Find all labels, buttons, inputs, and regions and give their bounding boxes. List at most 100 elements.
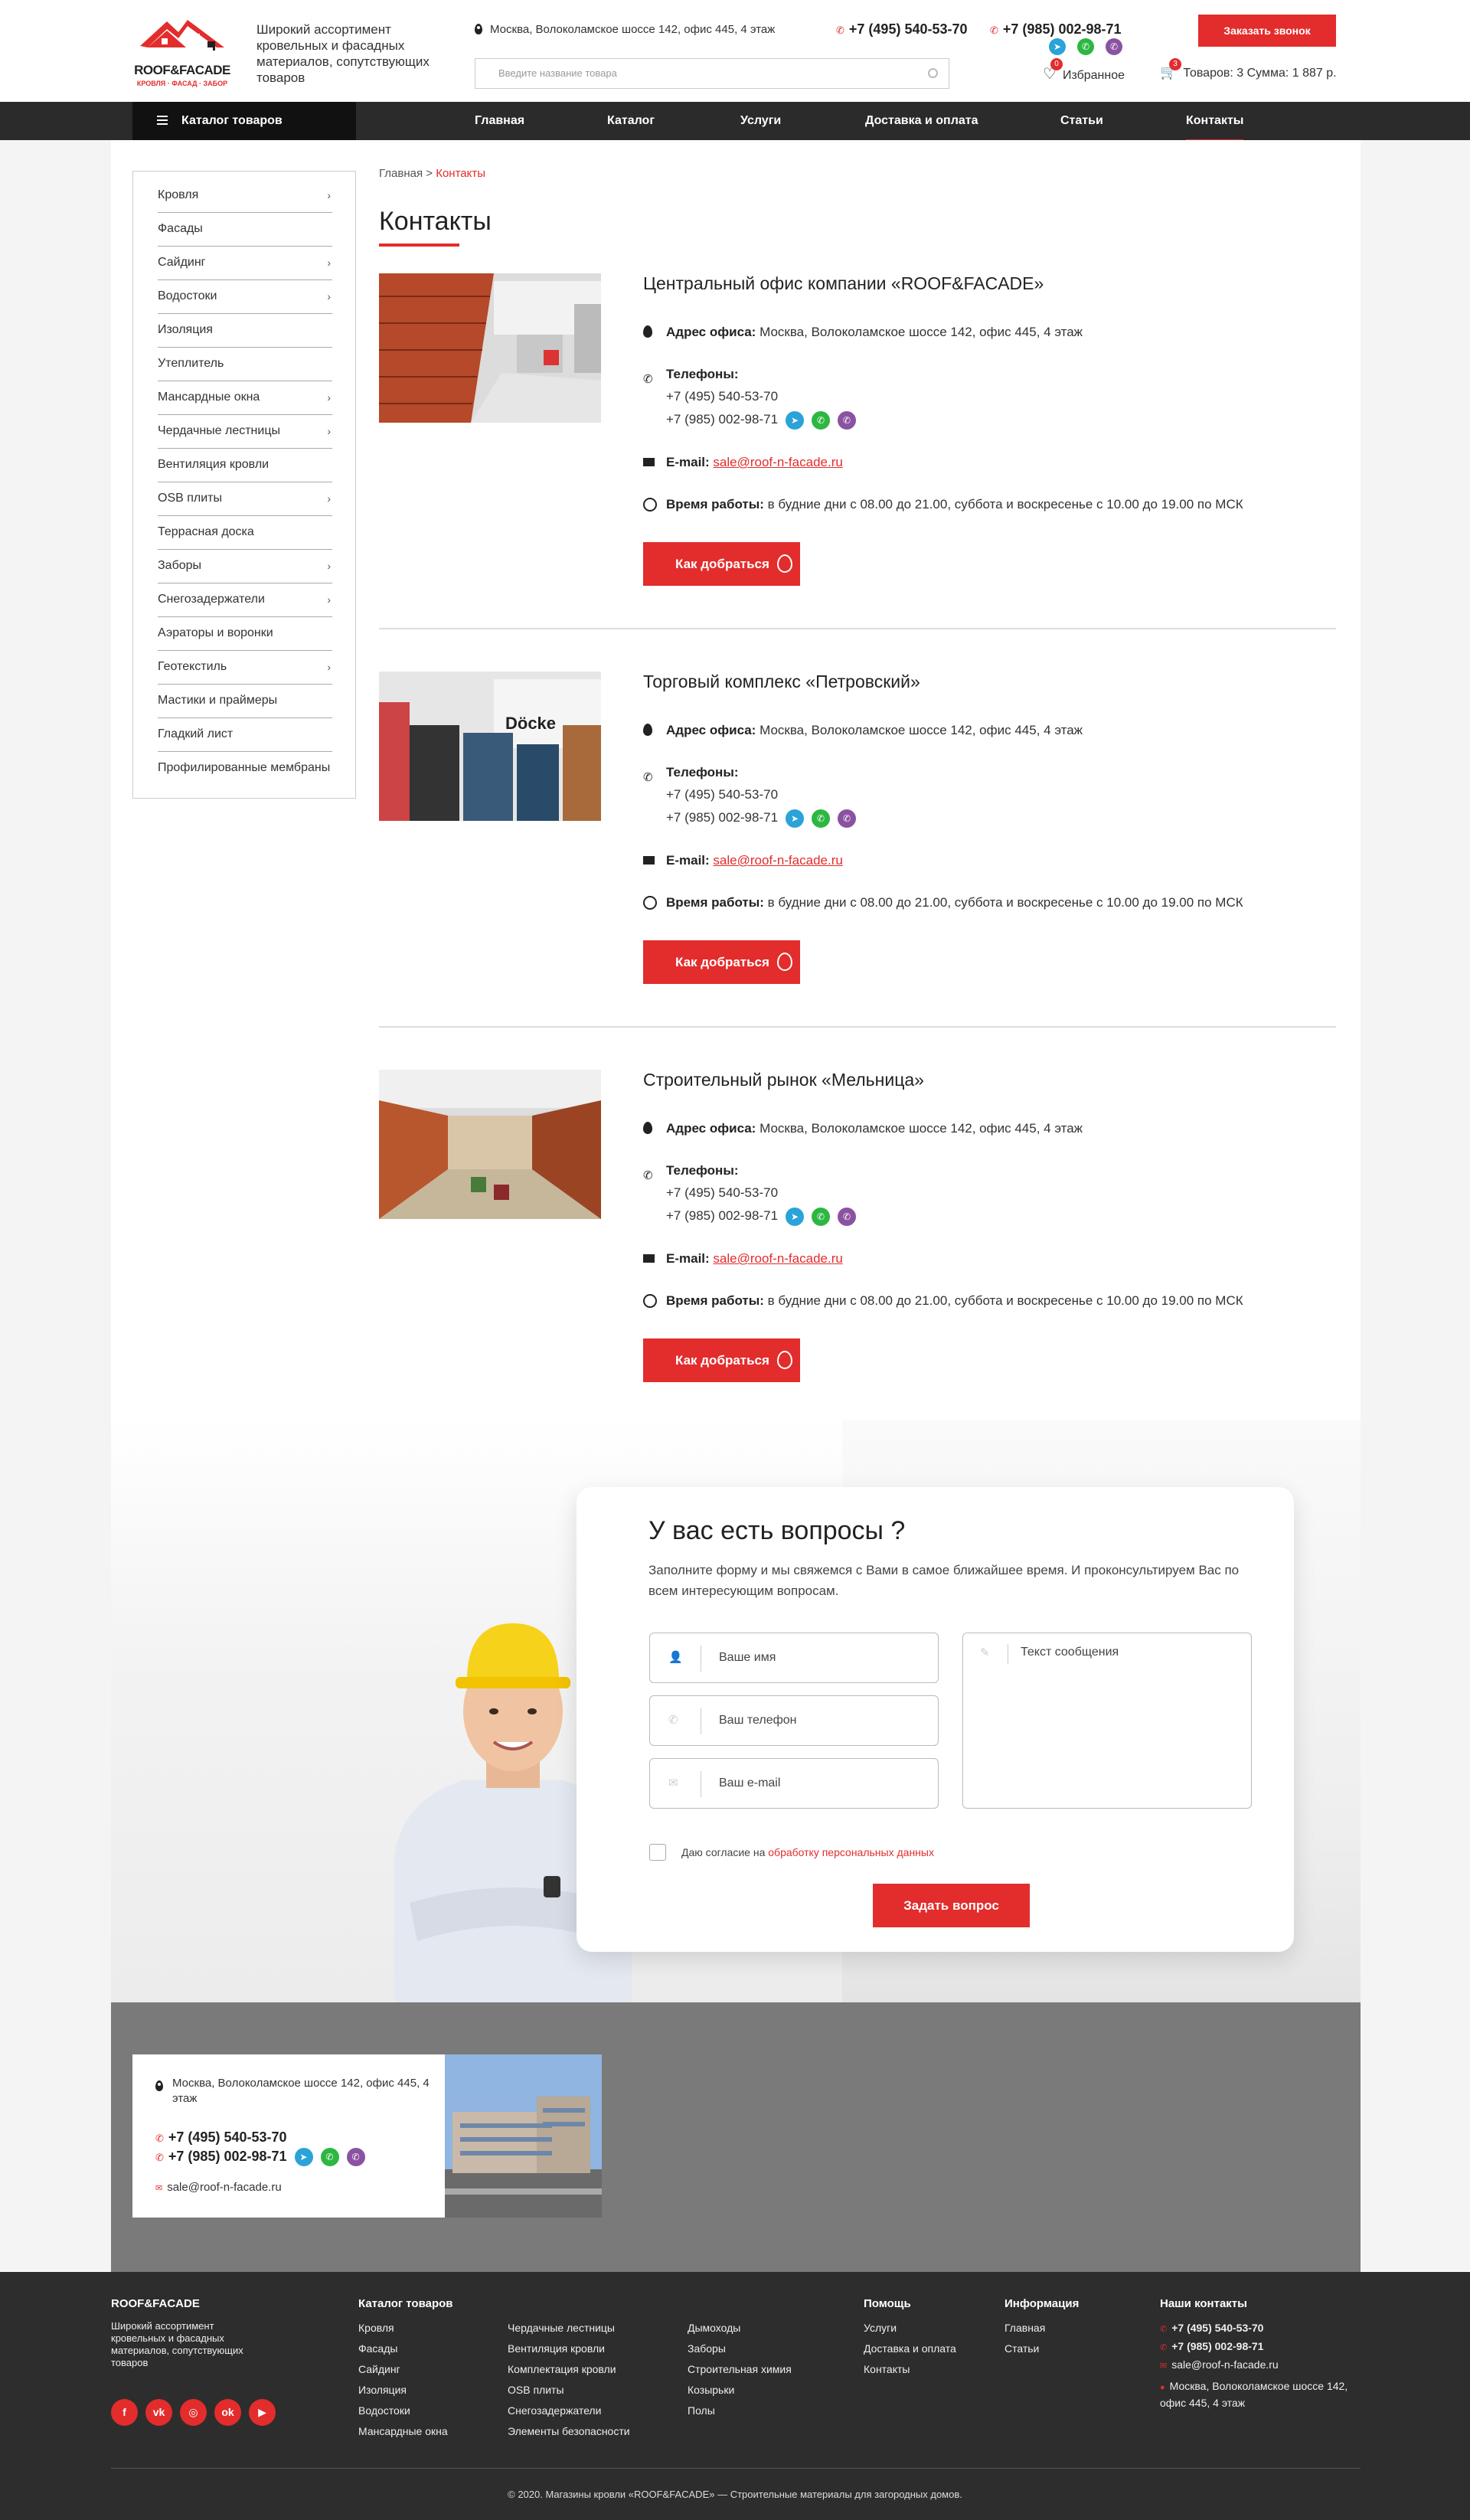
sidebar-item-osb[interactable]: OSB плиты › (158, 482, 332, 516)
whatsapp-icon[interactable]: ✆ (812, 1207, 831, 1226)
sidebar-item-attic-stairs[interactable]: Чердачные лестницы › (158, 415, 332, 449)
email-link[interactable]: sale@roof-n-facade.ru (713, 1251, 842, 1266)
footer-link[interactable]: Кровля (358, 2322, 394, 2334)
footer-phone-1[interactable]: ✆ +7 (495) 540-53-70 (1160, 2322, 1263, 2334)
header-phone-2[interactable]: ✆ +7 (985) 002-98-71 (990, 21, 1122, 38)
sidebar-item-facades[interactable]: Фасады (158, 213, 332, 247)
message-field[interactable]: ✎ Текст сообщения (962, 1633, 1252, 1809)
sidebar-item-flat-sheet[interactable]: Гладкий лист (158, 718, 332, 752)
map-card-phone-1[interactable]: ✆ +7 (495) 540-53-70 (155, 2129, 287, 2146)
header-phone-1[interactable]: ✆ +7 (495) 540-53-70 (836, 21, 968, 38)
telegram-icon[interactable]: ➤ (786, 410, 805, 430)
footer-link[interactable]: Чердачные лестницы (508, 2322, 615, 2334)
phone-icon: ✆ (155, 2133, 164, 2144)
email-field[interactable]: ✉ Ваш e-mail (649, 1758, 939, 1809)
footer-link[interactable]: Строительная химия (688, 2363, 792, 2375)
sidebar-item-roofing[interactable]: Кровля › (158, 179, 332, 213)
viber-icon[interactable]: ✆ (1106, 38, 1122, 55)
sidebar-item-roof-windows[interactable]: Мансардные окна › (158, 381, 332, 415)
sidebar-item-siding[interactable]: Сайдинг › (158, 247, 332, 280)
order-call-button[interactable]: Заказать звонок (1198, 15, 1336, 47)
nav-item-home[interactable]: Главная (475, 102, 524, 140)
footer-link[interactable]: Вентиляция кровли (508, 2342, 605, 2355)
phone-field[interactable]: ✆ Ваш телефон (649, 1695, 939, 1746)
location-pin-icon (155, 2080, 163, 2091)
vk-icon[interactable]: vk (145, 2399, 172, 2426)
favorites-link[interactable]: ♡ Избранное 0 (1043, 58, 1125, 83)
logo[interactable]: ROOF&FACADE КРОВЛЯ · ФАСАД · ЗАБОР (132, 15, 232, 92)
footer-link[interactable]: Мансардные окна (358, 2425, 448, 2437)
sidebar-item-geotextile[interactable]: Геотекстиль › (158, 651, 332, 685)
telegram-icon[interactable]: ➤ (786, 809, 805, 828)
submit-question-button[interactable]: Задать вопрос (873, 1884, 1030, 1927)
footer-link[interactable]: Водостоки (358, 2404, 410, 2417)
nav-item-delivery[interactable]: Доставка и оплата (865, 102, 978, 140)
route-button[interactable]: Как добраться (643, 542, 800, 586)
privacy-policy-link[interactable]: обработку персональных данных (768, 1846, 934, 1858)
footer-link[interactable]: Козырьки (688, 2384, 734, 2396)
site-header: ROOF&FACADE КРОВЛЯ · ФАСАД · ЗАБОР Широк… (0, 0, 1470, 102)
telegram-icon[interactable]: ➤ (294, 2148, 313, 2166)
sidebar-item-fences[interactable]: Заборы › (158, 550, 332, 583)
footer-phone-2[interactable]: ✆ +7 (985) 002-98-71 (1160, 2340, 1263, 2352)
nav-item-catalog[interactable]: Каталог (607, 102, 655, 140)
sidebar-item-decking[interactable]: Террасная доска (158, 516, 332, 550)
sidebar-item-aerators[interactable]: Аэраторы и воронки (158, 617, 332, 651)
footer-link[interactable]: Главная (1004, 2322, 1045, 2334)
route-button[interactable]: Как добраться (643, 940, 800, 984)
sidebar-item-snow-guards[interactable]: Снегозадержатели › (158, 583, 332, 617)
email-link[interactable]: sale@roof-n-facade.ru (713, 853, 842, 868)
footer-link[interactable]: Элементы безопасности (508, 2425, 630, 2437)
viber-icon[interactable]: ✆ (346, 2148, 365, 2166)
footer-link[interactable]: Заборы (688, 2342, 726, 2355)
name-field[interactable]: 👤 Ваше имя (649, 1633, 939, 1683)
sidebar-item-membranes[interactable]: Профилированные мембраны (158, 752, 332, 786)
map-card-phone-2[interactable]: ✆ +7 (985) 002-98-71 ➤ ✆ ✆ (155, 2148, 365, 2166)
footer-link[interactable]: Контакты (864, 2363, 910, 2375)
cart-link[interactable]: 🛒 Товаров: 3 Сумма: 1 887 р. 3 (1160, 58, 1337, 80)
route-button[interactable]: Как добраться (643, 1338, 800, 1382)
instagram-icon[interactable]: ◎ (180, 2399, 207, 2426)
search-input[interactable]: Введите название товара (475, 58, 949, 89)
nav-item-contacts[interactable]: Контакты (1186, 102, 1244, 142)
nav-item-services[interactable]: Услуги (740, 102, 781, 140)
viber-icon[interactable]: ✆ (838, 809, 857, 828)
footer-link[interactable]: OSB плиты (508, 2384, 564, 2396)
favorites-label: Избранное (1062, 69, 1125, 82)
viber-icon[interactable]: ✆ (838, 1207, 857, 1226)
footer-link[interactable]: Дымоходы (688, 2322, 740, 2334)
facebook-icon[interactable]: f (111, 2399, 138, 2426)
footer-link[interactable]: Комплектация кровли (508, 2363, 616, 2375)
nav-item-articles[interactable]: Статьи (1060, 102, 1103, 140)
youtube-icon[interactable]: ▶ (249, 2399, 276, 2426)
whatsapp-icon[interactable]: ✆ (320, 2148, 339, 2166)
consent-checkbox[interactable] (649, 1844, 666, 1861)
footer-link[interactable]: Услуги (864, 2322, 897, 2334)
whatsapp-icon[interactable]: ✆ (1077, 38, 1094, 55)
breadcrumb-home[interactable]: Главная (379, 167, 423, 180)
footer-link[interactable]: Фасады (358, 2342, 397, 2355)
sidebar-item-gutters[interactable]: Водостоки › (158, 280, 332, 314)
sidebar-item-mastics[interactable]: Мастики и праймеры (158, 685, 332, 718)
footer-link[interactable]: Снегозадержатели (508, 2404, 601, 2417)
footer-link[interactable]: Сайдинг (358, 2363, 400, 2375)
map-card-email[interactable]: ✉ sale@roof-n-facade.ru (155, 2181, 282, 2194)
whatsapp-icon[interactable]: ✆ (812, 809, 831, 828)
telegram-icon[interactable]: ➤ (1049, 38, 1066, 55)
search-icon[interactable] (928, 68, 938, 78)
viber-icon[interactable]: ✆ (838, 410, 857, 430)
odnoklassniki-icon[interactable]: ok (214, 2399, 241, 2426)
email-link[interactable]: sale@roof-n-facade.ru (713, 455, 842, 469)
sidebar-item-thermal[interactable]: Утеплитель (158, 348, 332, 381)
footer-link[interactable]: Статьи (1004, 2342, 1039, 2355)
chevron-right-icon: › (327, 425, 331, 437)
footer-link[interactable]: Полы (688, 2404, 715, 2417)
whatsapp-icon[interactable]: ✆ (812, 410, 831, 430)
sidebar-item-ventilation[interactable]: Вентиляция кровли (158, 449, 332, 482)
footer-link[interactable]: Изоляция (358, 2384, 407, 2396)
telegram-icon[interactable]: ➤ (786, 1207, 805, 1226)
footer-email[interactable]: ✉ sale@roof-n-facade.ru (1160, 2358, 1279, 2371)
catalog-menu-button[interactable]: Каталог товаров (132, 102, 356, 140)
footer-link[interactable]: Доставка и оплата (864, 2342, 956, 2355)
sidebar-item-insulation[interactable]: Изоляция (158, 314, 332, 348)
